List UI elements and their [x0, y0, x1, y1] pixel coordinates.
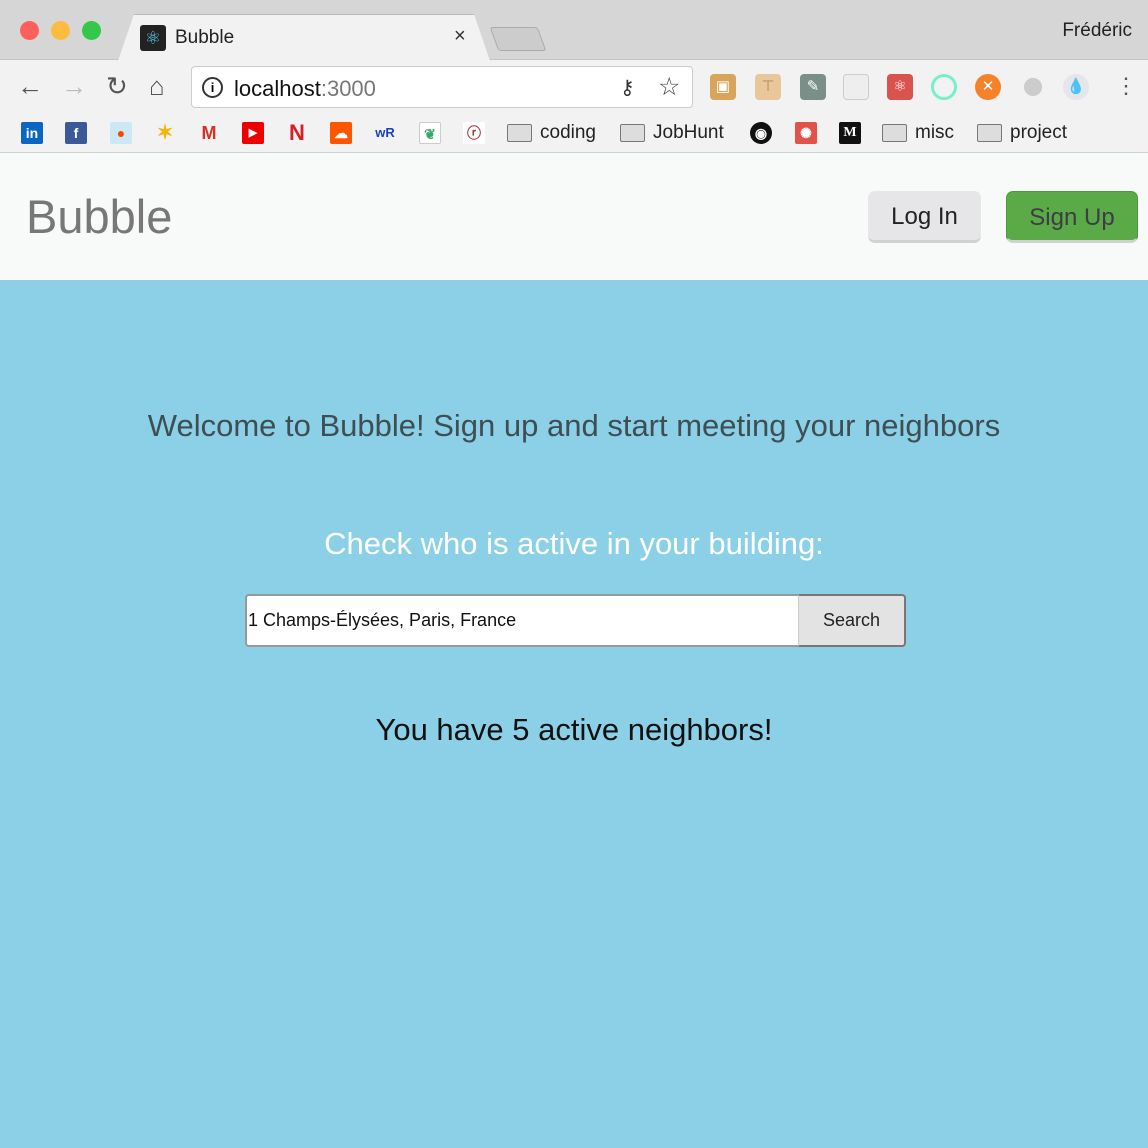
youtube-icon[interactable]: ▶ — [242, 122, 264, 144]
tab-bubble[interactable]: ⚛ Bubble × — [118, 14, 490, 61]
menu-icon[interactable]: ⋮ — [1115, 72, 1137, 100]
close-window-button[interactable] — [20, 21, 39, 40]
maximize-window-button[interactable] — [82, 21, 101, 40]
wordreference-icon[interactable]: wR — [374, 122, 396, 144]
netflix-icon[interactable]: N — [286, 122, 308, 144]
folder-label: misc — [915, 122, 955, 143]
tab-title: Bubble — [175, 27, 235, 48]
minimize-window-button[interactable] — [51, 21, 70, 40]
sketch-icon[interactable]: ✺ — [795, 122, 817, 144]
profile-name[interactable]: Frédéric — [1062, 20, 1132, 42]
address-search-form: Search — [245, 594, 906, 647]
folder-icon — [977, 124, 1002, 142]
login-button[interactable]: Log In — [868, 191, 981, 243]
address-input[interactable] — [245, 594, 798, 647]
welcome-text: Welcome to Bubble! Sign up and start mee… — [147, 408, 1001, 443]
extension-box-icon[interactable]: ▣ — [710, 74, 736, 100]
folder-label: coding — [540, 122, 596, 143]
bookmarks-bar: in f ● ✶ M ▶ N ☁ wR ❦ ⓡ coding JobHunt ◉… — [0, 113, 1148, 153]
check-heading: Check who is active in your building: — [324, 526, 824, 561]
url-host: localhost — [234, 76, 321, 101]
new-tab-button[interactable] — [489, 27, 547, 51]
extension-react-icon[interactable]: ⚛ — [887, 74, 913, 100]
folder-icon — [620, 124, 645, 142]
google-photos-icon[interactable]: ✶ — [154, 122, 176, 144]
folder-icon — [882, 124, 907, 142]
back-icon[interactable]: ← — [17, 72, 43, 100]
linkedin-icon[interactable]: in — [21, 122, 43, 144]
plant-icon[interactable]: ❦ — [419, 122, 441, 144]
reddit-icon[interactable]: ● — [110, 122, 132, 144]
bookmark-folder-jobhunt[interactable]: JobHunt — [620, 120, 724, 146]
extension-radar-icon[interactable] — [931, 74, 957, 100]
bookmark-folder-misc[interactable]: misc — [882, 120, 954, 146]
extension-devtools-icon[interactable] — [843, 74, 869, 100]
home-icon[interactable]: ⌂ — [149, 72, 165, 100]
folder-icon — [507, 124, 532, 142]
address-bar[interactable]: i localhost:3000 ⚷ ☆ — [191, 66, 693, 108]
extension-grey-icon[interactable] — [1023, 77, 1043, 97]
soundcloud-icon[interactable]: ☁ — [330, 122, 352, 144]
signup-button[interactable]: Sign Up — [1006, 191, 1138, 243]
tab-close-icon[interactable]: × — [454, 25, 466, 48]
info-icon[interactable]: i — [202, 77, 223, 98]
github-icon[interactable]: ◉ — [750, 122, 772, 144]
forward-icon[interactable]: → — [61, 72, 87, 100]
reload-icon[interactable]: ↻ — [106, 72, 128, 100]
bookmark-folder-project[interactable]: project — [977, 120, 1067, 146]
active-neighbors-result: You have 5 active neighbors! — [375, 712, 773, 747]
bookmark-folder-coding[interactable]: coding — [507, 120, 596, 146]
folder-label: JobHunt — [653, 122, 724, 143]
folder-label: project — [1010, 122, 1068, 143]
tab-bar: ⚛ Bubble × Frédéric — [0, 0, 1148, 61]
key-icon[interactable]: ⚷ — [620, 75, 635, 100]
search-button[interactable]: Search — [798, 594, 906, 647]
bookmark-star-icon[interactable]: ☆ — [658, 72, 680, 102]
url-port: :3000 — [320, 76, 376, 101]
extension-ruler-icon[interactable]: ⊤ — [755, 74, 781, 100]
extension-drop-icon[interactable]: 💧 — [1063, 74, 1089, 100]
react-icon: ⚛ — [140, 25, 166, 51]
toolbar: ← → ↻ ⌂ i localhost:3000 ⚷ ☆ ▣ ⊤ ✎ ⚛ ✕ 💧… — [0, 60, 1148, 114]
facebook-icon[interactable]: f — [65, 122, 87, 144]
brand-logo[interactable]: Bubble — [26, 189, 172, 244]
medium-icon[interactable]: M — [839, 122, 861, 144]
extension-eyedropper-icon[interactable]: ✎ — [800, 74, 826, 100]
ris-icon[interactable]: ⓡ — [463, 122, 485, 144]
extension-orange-icon[interactable]: ✕ — [975, 74, 1001, 100]
site-header: Bubble Log In Sign Up — [0, 153, 1148, 280]
gmail-icon[interactable]: M — [198, 122, 220, 144]
